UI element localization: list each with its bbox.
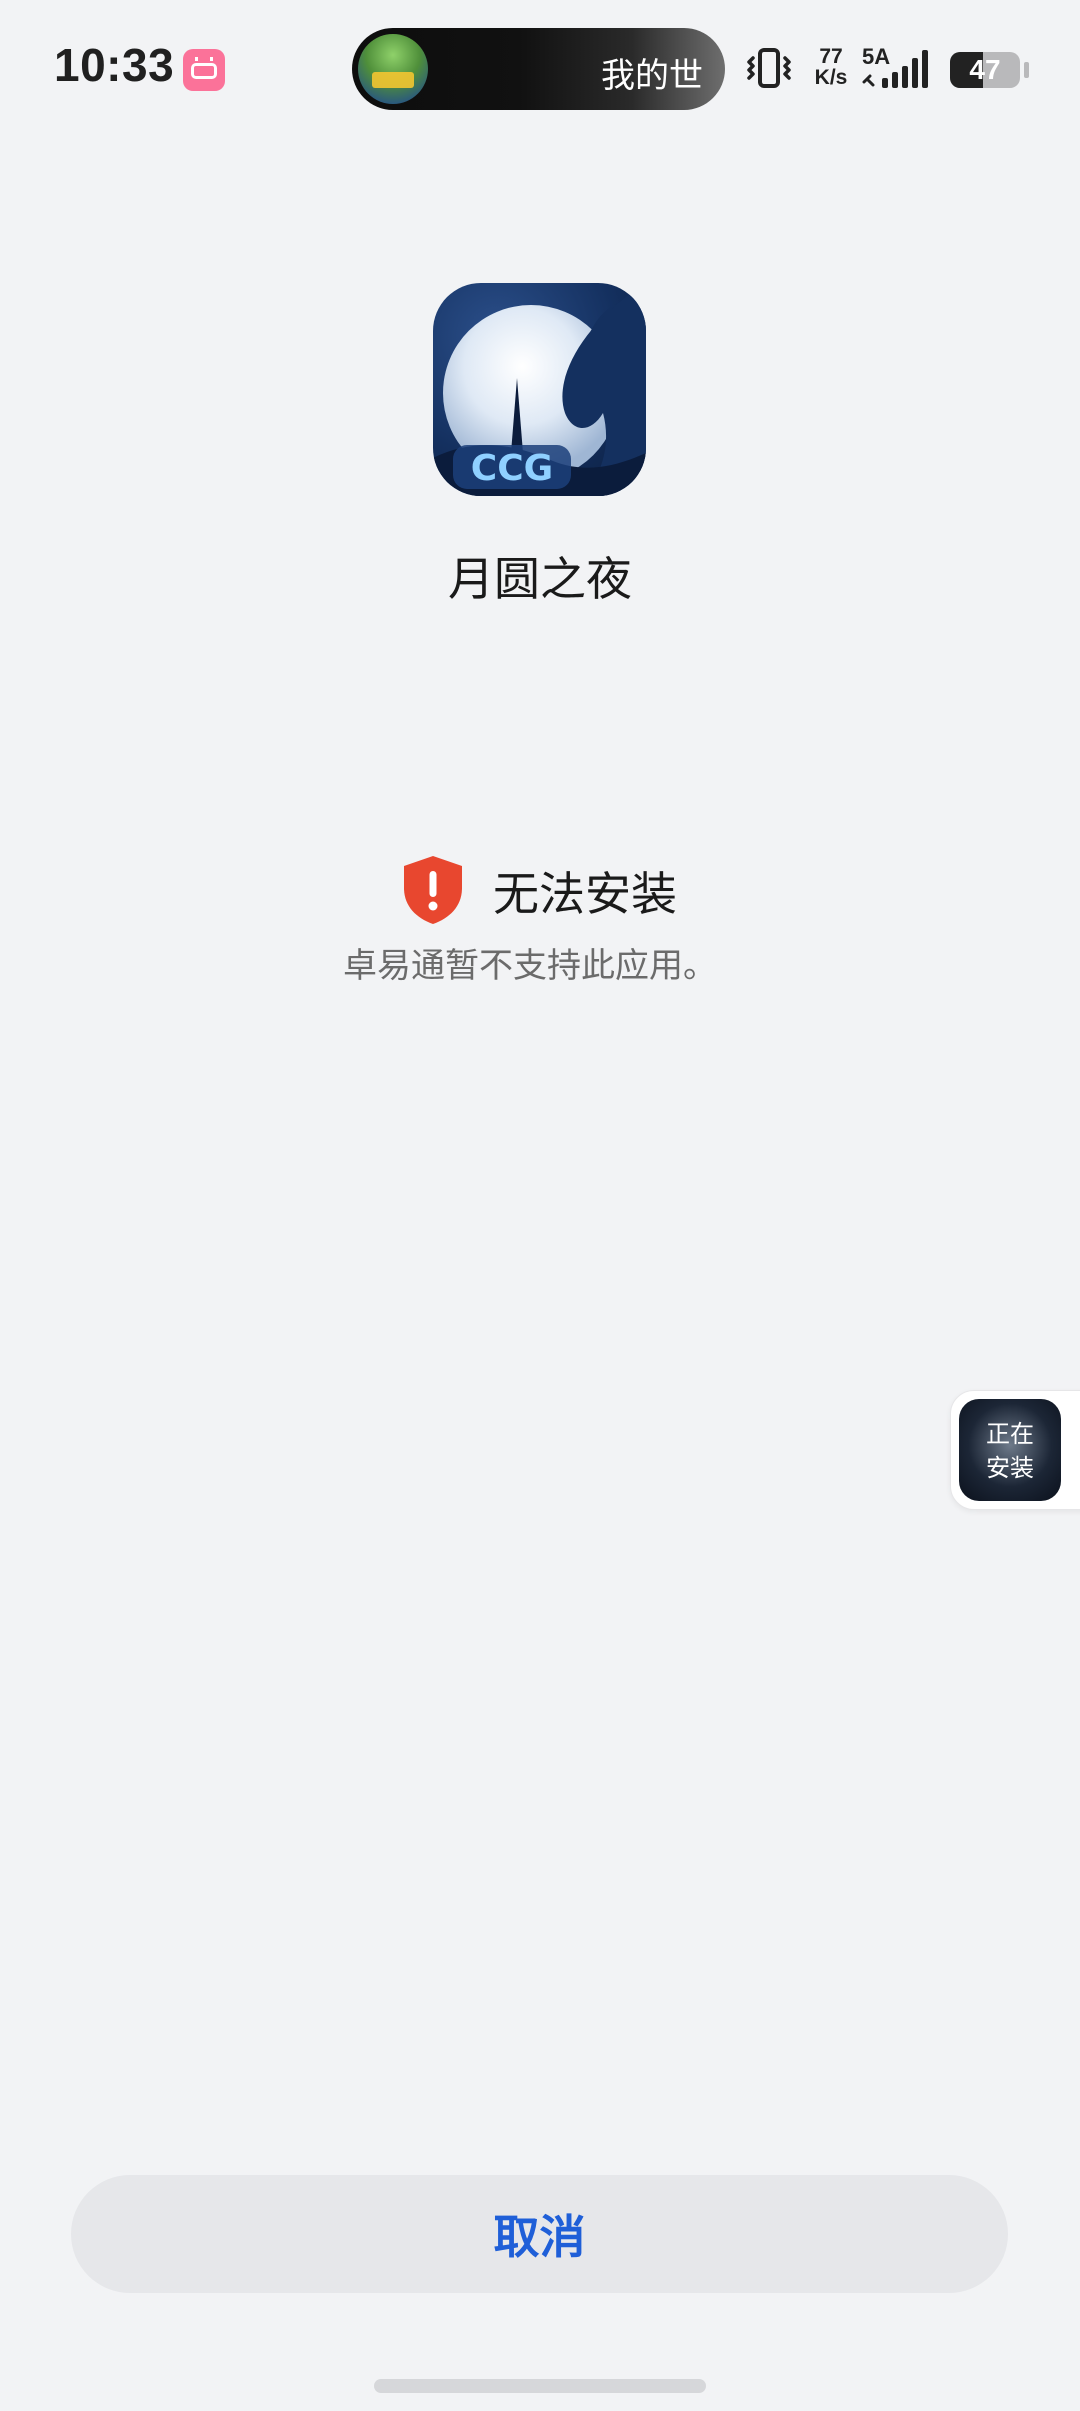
- error-description: 卓易通暂不支持此应用。: [343, 946, 717, 986]
- installing-line2: 安装: [986, 1454, 1034, 1482]
- media-pill[interactable]: 我的世: [352, 28, 725, 110]
- bilibili-icon: [183, 49, 225, 91]
- network-speed-value: 77: [819, 45, 843, 68]
- error-header: 无法安装: [0, 850, 1080, 930]
- battery-level: 47: [969, 54, 1001, 85]
- signal-bars-icon: [862, 50, 928, 88]
- installing-line1: 正在: [986, 1420, 1034, 1448]
- installing-status-label: 正在 安装: [959, 1417, 1061, 1485]
- status-indicators: 77 K/s 5A 47: [745, 40, 1045, 100]
- media-pill-text: 我的世: [601, 56, 703, 96]
- network-speed-unit: K/s: [814, 66, 848, 89]
- network-speed: 77 K/s: [807, 46, 855, 88]
- cancel-button[interactable]: 取消: [71, 2175, 1008, 2293]
- error-title: 无法安装: [493, 867, 677, 921]
- app-name: 月圆之夜: [448, 552, 632, 606]
- battery-icon: 47: [950, 52, 1020, 88]
- installing-float-widget[interactable]: 正在 安装: [950, 1390, 1080, 1510]
- installing-app-thumbnail: 正在 安装: [959, 1399, 1061, 1501]
- moon-night-icon: CCG: [433, 283, 646, 496]
- battery-tip: [1024, 62, 1029, 78]
- shield-alert-icon: [404, 856, 462, 924]
- home-indicator[interactable]: [374, 2379, 706, 2393]
- vibrate-icon: [747, 48, 791, 88]
- app-icon: CCG: [433, 283, 646, 496]
- status-time: 10:33: [54, 39, 175, 91]
- cellular-signal: 5A: [862, 44, 934, 92]
- status-bar: 10:33 我的世 77 K/s 5A 47: [0, 0, 1080, 140]
- app-icon-badge-text: CCG: [471, 448, 553, 489]
- game-thumbnail-icon: [358, 34, 428, 104]
